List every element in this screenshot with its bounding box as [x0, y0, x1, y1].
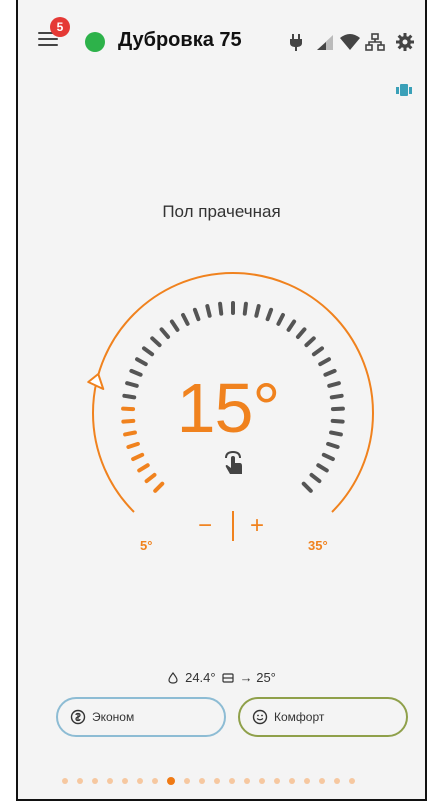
page-dot[interactable] [289, 778, 295, 784]
comfort-mode-label: Комфорт [274, 710, 325, 724]
dial-tick [218, 301, 224, 316]
humidity-temp: 24.4° [185, 670, 216, 685]
page-dot[interactable] [199, 778, 205, 784]
eco-mode-button[interactable]: Эконом [56, 697, 226, 737]
dial-tick [137, 463, 150, 473]
page-dot[interactable] [334, 778, 340, 784]
increase-button[interactable]: + [250, 512, 264, 540]
dial-tick [135, 357, 148, 367]
page-dot[interactable] [349, 778, 355, 784]
radiator-icon [222, 672, 234, 683]
dial-tick [121, 418, 136, 424]
eco-icon [70, 709, 86, 725]
dial-tick [326, 441, 340, 449]
dial-tick [126, 441, 140, 449]
page-indicator [62, 777, 355, 785]
dial-tick [265, 307, 274, 322]
dial-tick [129, 368, 143, 377]
current-temperature: 15° [176, 369, 281, 447]
dial-tick [159, 327, 171, 339]
dial-tick [142, 346, 155, 357]
dial-tick [301, 481, 313, 493]
comfort-mode-button[interactable]: Комфорт [238, 697, 408, 737]
app-frame: 5 Дубровка 75 Пол прачечная 15° − + 5° 3… [16, 0, 427, 801]
dial-tick [311, 346, 324, 357]
dial-tick [144, 472, 157, 484]
page-dot[interactable] [152, 778, 158, 784]
dial-tick [309, 472, 322, 484]
page-dot[interactable] [259, 778, 265, 784]
page-dot[interactable] [77, 778, 83, 784]
dial-tick [327, 381, 341, 388]
dial-tick [316, 463, 329, 473]
dial-tick [323, 368, 337, 377]
max-temp-label: 35° [308, 538, 328, 553]
smile-icon [252, 709, 268, 725]
page-dot[interactable] [62, 778, 68, 784]
dial-tick [122, 393, 137, 400]
dial-tick [192, 307, 201, 322]
dial-tick [169, 319, 180, 332]
dial-tick [318, 357, 331, 367]
touch-icon [225, 450, 242, 474]
dial-tick [150, 336, 162, 348]
dial-tick [131, 452, 145, 462]
info-line: 24.4° → 25° [18, 670, 425, 685]
dial-tick [242, 301, 248, 316]
eco-mode-label: Эконом [92, 710, 135, 724]
dial-tick [123, 430, 137, 437]
page-dot[interactable] [92, 778, 98, 784]
dial-tick [304, 336, 316, 348]
page-dot[interactable] [184, 778, 190, 784]
page-dot[interactable] [167, 777, 175, 785]
page-dot[interactable] [229, 778, 235, 784]
dial-tick [330, 418, 345, 424]
page-dot[interactable] [214, 778, 220, 784]
dial-tick [329, 430, 343, 437]
dial-tick [125, 381, 139, 388]
dial-tick [286, 319, 297, 332]
dial-tick [254, 304, 261, 318]
dial-tick [329, 393, 344, 400]
decrease-button[interactable]: − [198, 512, 212, 540]
dial-tick [276, 312, 285, 326]
page-dot[interactable] [107, 778, 113, 784]
dial-tick [205, 304, 212, 318]
page-dot[interactable] [244, 778, 250, 784]
page-dot[interactable] [137, 778, 143, 784]
page-dot[interactable] [319, 778, 325, 784]
dial-tick [153, 481, 165, 493]
dial-tick [295, 327, 307, 339]
dial-tick [321, 452, 335, 462]
page-dot[interactable] [304, 778, 310, 784]
target-temp: → 25° [239, 670, 276, 685]
page-dot[interactable] [122, 778, 128, 784]
dial-tick [181, 312, 190, 326]
min-temp-label: 5° [140, 538, 153, 553]
page-dot[interactable] [274, 778, 280, 784]
drop-icon [168, 671, 178, 684]
stepper-divider [232, 511, 234, 541]
